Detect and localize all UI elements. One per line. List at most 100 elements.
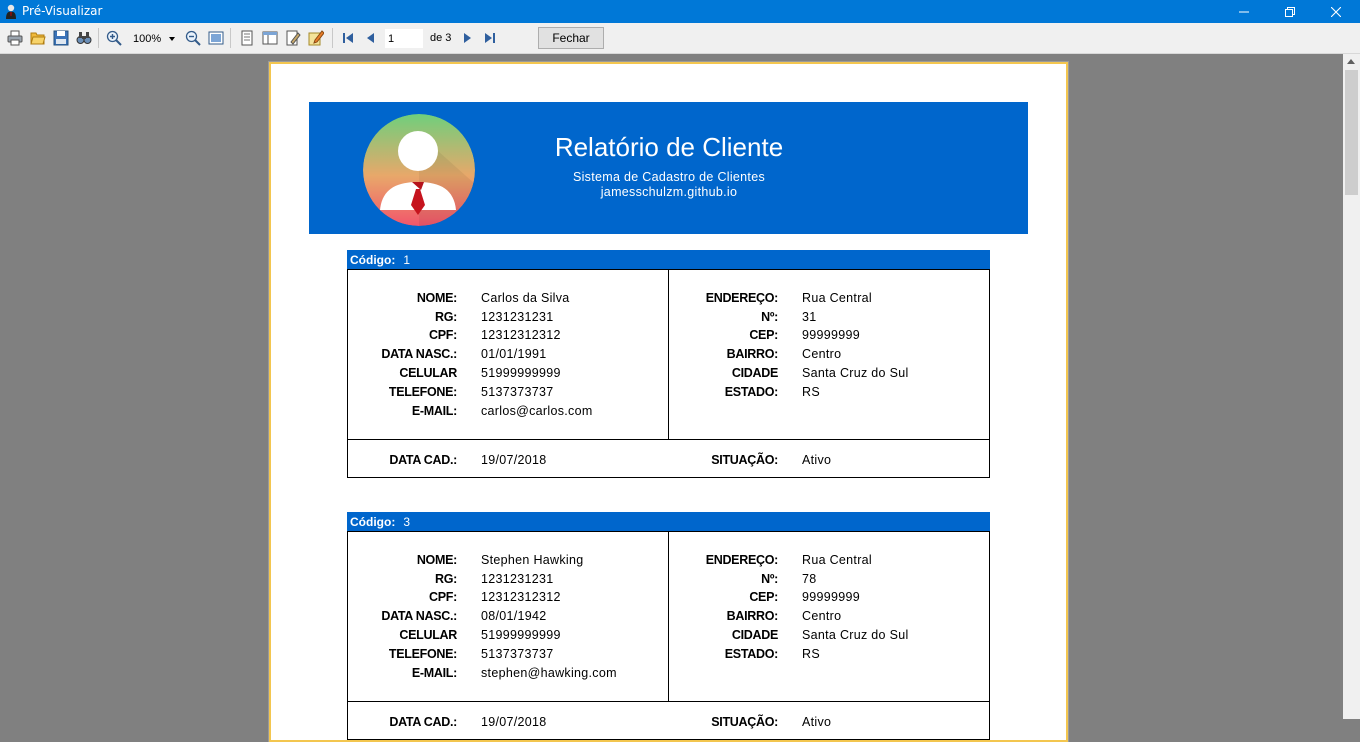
field-value: 31 [802,310,817,324]
client-code-bar: Código: 3 [347,512,990,531]
client-details: NOME: Carlos da Silva RG: 1231231231 CPF: 1… [347,269,990,478]
client-card: Código: 1 NOME: Carlos da Silva RG: 123123… [347,250,990,478]
toolbar-separator [230,28,231,48]
field-label: SITUAÇÃO: [711,715,778,729]
field-label: RG: [434,572,457,586]
field-label: E-MAIL: [411,404,457,418]
page-width-button[interactable] [207,29,225,47]
field-label: CELULAR [399,628,457,642]
field-value: 5137373737 [481,647,554,661]
scrollbar-thumb[interactable] [1345,70,1358,195]
field-value: 08/01/1942 [481,609,547,623]
field-label: ESTADO: [724,385,779,399]
scroll-up-icon[interactable] [1347,59,1355,64]
page-number-input[interactable] [385,29,423,48]
window-title: Pré-Visualizar [22,4,103,18]
field-label: CEP: [749,590,778,604]
print-button[interactable] [6,29,24,47]
field-label: CPF: [429,328,457,342]
single-page-icon [241,30,253,46]
field-value: 51999999999 [481,628,561,642]
field-value: 51999999999 [481,366,561,380]
field-label: DATA NASC.: [381,609,457,623]
save-button[interactable] [52,29,70,47]
field-label: ESTADO: [724,647,779,661]
field-value: RS [802,647,820,661]
single-page-button[interactable] [238,29,256,47]
field-label: BAIRRO: [726,347,779,361]
field-label: SITUAÇÃO: [711,453,778,467]
client-avatar-icon [363,114,475,226]
code-label: Código: [350,252,396,267]
toolbar-separator [98,28,99,48]
field-label: NOME: [416,291,457,305]
field-value: 19/07/2018 [481,453,547,467]
zoom-select[interactable]: 100% [130,29,178,48]
field-value: Santa Cruz do Sul [802,628,909,642]
restore-button[interactable] [1267,0,1313,23]
close-window-button[interactable] [1313,0,1359,23]
field-value: Ativo [802,715,832,729]
field-value: 01/01/1991 [481,347,547,361]
field-label: DATA NASC.: [381,347,457,361]
field-label: Nº: [761,572,778,586]
zoom-in-button[interactable] [105,29,123,47]
client-details: NOME: Stephen Hawking RG: 1231231231 CPF: 1… [347,531,990,740]
field-value: Centro [802,609,842,623]
find-button[interactable] [75,29,93,47]
page-setup-icon [308,30,324,46]
zoom-out-button[interactable] [184,29,202,47]
field-label: CIDADE [731,628,778,642]
zoom-out-icon [185,30,201,46]
last-page-icon [485,33,495,43]
field-value: 5137373737 [481,385,554,399]
close-preview-button[interactable]: Fechar [538,27,604,49]
code-label: Código: [350,514,396,529]
field-label: Nº: [761,310,778,324]
last-page-button[interactable] [481,29,499,47]
page-setup-button[interactable] [307,29,325,47]
two-page-button[interactable] [261,29,279,47]
code-value: 1 [403,252,411,267]
field-label: DATA CAD.: [389,715,457,729]
field-value: Ativo [802,453,832,467]
field-label: RG: [434,310,457,324]
open-button[interactable] [29,29,47,47]
first-page-button[interactable] [339,29,357,47]
report-subtitle-website: jamesschulzm.github.io [600,185,738,199]
field-value: 12312312312 [481,590,561,604]
vertical-scrollbar[interactable] [1343,54,1360,719]
field-value: 1231231231 [481,310,554,324]
prev-page-button[interactable] [362,29,380,47]
report-title: Relatório de Cliente [554,132,784,162]
edit-page-button[interactable] [284,29,302,47]
restore-icon [1285,6,1295,17]
field-value: 1231231231 [481,572,554,586]
zoom-in-icon [106,30,122,46]
field-label: ENDEREÇO: [705,553,779,567]
field-label: E-MAIL: [411,666,457,680]
edit-page-icon [286,30,301,46]
chevron-down-icon [169,37,175,41]
next-page-button[interactable] [458,29,476,47]
field-value: Santa Cruz do Sul [802,366,909,380]
client-card: Código: 3 NOME: Stephen Hawking RG: 123123… [347,512,990,740]
field-value: Rua Central [802,553,872,567]
minimize-button[interactable] [1221,0,1267,23]
field-label: ENDEREÇO: [705,291,779,305]
field-label: TELEFONE: [388,647,457,661]
field-value: Centro [802,347,842,361]
save-icon [53,30,69,46]
field-label: NOME: [416,553,457,567]
report-header: Relatório de Cliente Sistema de Cadastro… [309,102,1028,234]
field-label: CIDADE [731,366,778,380]
field-label: CEP: [749,328,778,342]
field-value: 99999999 [802,328,861,342]
find-icon [76,32,92,44]
print-icon [7,30,23,46]
report-page: Relatório de Cliente Sistema de Cadastro… [268,61,1069,742]
field-value: 19/07/2018 [481,715,547,729]
row-divider [348,701,989,702]
field-value: Rua Central [802,291,872,305]
field-value: 12312312312 [481,328,561,342]
